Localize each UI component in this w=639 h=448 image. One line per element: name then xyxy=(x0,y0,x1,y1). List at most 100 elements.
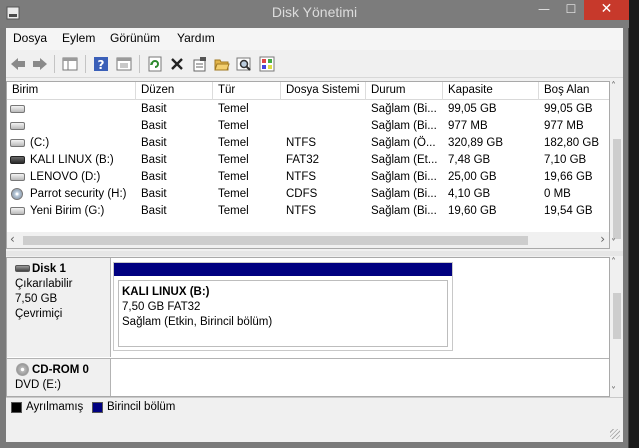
open-icon[interactable] xyxy=(213,55,231,73)
disk-1-label[interactable]: Disk 1 Çıkarılabilir 7,50 GB Çevrimiçi xyxy=(7,258,111,357)
cell-birim: Parrot security (H:) xyxy=(30,188,127,200)
scroll-up-icon[interactable]: ˄ xyxy=(611,257,616,268)
toolbar: ? xyxy=(6,50,623,78)
volume-row[interactable]: (C:) Basit Temel NTFS Sağlam (Ö... 320,8… xyxy=(7,135,609,152)
maximize-button[interactable]: ☐ xyxy=(558,0,584,20)
cell-bos-alan: 19,66 GB xyxy=(544,171,593,183)
cell-tur: Temel xyxy=(218,154,249,166)
hard-disk-icon xyxy=(15,265,30,272)
volume-row[interactable]: Yeni Birim (G:) Basit Temel NTFS Sağlam … xyxy=(7,203,609,220)
disk-1-state: Çevrimiçi xyxy=(15,308,63,320)
horizontal-scroll-thumb[interactable] xyxy=(23,236,528,245)
horizontal-scrollbar[interactable]: ‹ › xyxy=(7,232,609,248)
console-tree-icon[interactable] xyxy=(61,55,79,73)
scroll-left-icon[interactable]: ‹ xyxy=(10,232,15,246)
pane-splitter[interactable] xyxy=(6,251,623,256)
cell-tur: Temel xyxy=(218,188,249,200)
drive-icon xyxy=(10,122,25,130)
toolbar-separator xyxy=(139,55,140,73)
cell-tur: Temel xyxy=(218,171,249,183)
column-header-tur[interactable]: Tür xyxy=(213,82,281,100)
legend-swatch-unallocated xyxy=(11,402,22,413)
background-window-edge xyxy=(630,0,639,448)
column-header-duzen[interactable]: Düzen xyxy=(136,82,213,100)
cell-tur: Temel xyxy=(218,120,249,132)
cell-bos-alan: 7,10 GB xyxy=(544,154,587,166)
column-header-dosya-sistemi[interactable]: Dosya Sistemi xyxy=(281,82,366,100)
menu-eylem[interactable]: Eylem xyxy=(62,31,95,45)
cdrom-0-partitions xyxy=(111,358,609,396)
cell-durum: Sağlam (Ö... xyxy=(371,137,436,149)
refresh-icon[interactable] xyxy=(146,55,164,73)
cdrom-0-label[interactable]: CD-ROM 0 DVD (E:) xyxy=(7,358,111,396)
minimize-button[interactable]: — xyxy=(530,0,558,20)
scroll-down-icon[interactable]: ˅ xyxy=(611,386,616,397)
disk-1-type: Çıkarılabilir xyxy=(15,278,73,290)
properties-view-icon[interactable] xyxy=(115,55,133,73)
disk-graph-pane: Disk 1 Çıkarılabilir 7,50 GB Çevrimiçi K… xyxy=(6,257,610,397)
scroll-down-icon[interactable]: ˅ xyxy=(611,238,616,249)
cell-tur: Temel xyxy=(218,103,249,115)
explore-icon[interactable] xyxy=(235,55,253,73)
cell-durum: Sağlam (Bi... xyxy=(371,188,437,200)
cell-kapasite: 4,10 GB xyxy=(448,188,491,200)
partition-label: KALI LINUX (B:) xyxy=(122,286,210,298)
volume-list-header: Birim Düzen Tür Dosya Sistemi Durum Kapa… xyxy=(7,82,609,100)
column-header-bos-alan[interactable]: Boş Alan xyxy=(539,82,609,100)
forward-icon[interactable] xyxy=(31,55,49,73)
column-header-kapasite[interactable]: Kapasite xyxy=(443,82,539,100)
volume-row[interactable]: Parrot security (H:) Basit Temel CDFS Sa… xyxy=(7,186,609,203)
cell-kapasite: 977 MB xyxy=(448,120,488,132)
volume-row[interactable]: Basit Temel Sağlam (Bi... 977 MB 977 MB xyxy=(7,118,609,135)
toolbar-separator xyxy=(54,55,55,73)
cdrom-0-type: DVD (E:) xyxy=(15,379,61,391)
menu-bar: Dosya Eylem Görünüm Yardım xyxy=(6,28,623,50)
disk-management-window: Disk Yönetimi — ☐ ✕ Dosya Eylem Görünüm … xyxy=(0,0,629,448)
drive-icon xyxy=(10,139,25,147)
vertical-scroll-thumb[interactable] xyxy=(613,293,621,339)
cell-birim: Yeni Birim (G:) xyxy=(30,205,105,217)
scroll-up-icon[interactable]: ˄ xyxy=(611,81,616,92)
cdrom-0-name: CD-ROM 0 xyxy=(15,363,110,378)
resize-grip[interactable] xyxy=(610,429,620,439)
disc-icon xyxy=(11,188,23,200)
help-icon[interactable]: ? xyxy=(92,55,110,73)
title-bar[interactable]: Disk Yönetimi — ☐ ✕ xyxy=(0,0,629,28)
partition-details: KALI LINUX (B:) 7,50 GB FAT32 Sağlam (Et… xyxy=(118,280,448,347)
settings-icon[interactable] xyxy=(258,55,276,73)
cell-dosya-sistemi: NTFS xyxy=(286,171,317,183)
disk-1-size: 7,50 GB xyxy=(15,293,58,305)
column-header-birim[interactable]: Birim xyxy=(7,82,136,100)
disk-1-name: Disk 1 xyxy=(15,262,110,277)
cell-durum: Sağlam (Bi... xyxy=(371,120,437,132)
cell-kapasite: 320,89 GB xyxy=(448,137,503,149)
volume-row[interactable]: KALI LINUX (B:) Basit Temel FAT32 Sağlam… xyxy=(7,152,609,169)
close-button[interactable]: ✕ xyxy=(584,0,629,20)
back-icon[interactable] xyxy=(9,55,27,73)
cell-kapasite: 7,48 GB xyxy=(448,154,491,166)
cell-birim: LENOVO (D:) xyxy=(30,171,101,183)
menu-yardim[interactable]: Yardım xyxy=(177,31,215,45)
cd-rom-icon xyxy=(16,363,29,376)
cell-kapasite: 99,05 GB xyxy=(448,103,497,115)
legend-label-unallocated: Ayrılmamış xyxy=(26,401,84,413)
vertical-scroll-thumb[interactable] xyxy=(613,139,621,239)
delete-icon[interactable] xyxy=(168,55,186,73)
disk-1-partitions: KALI LINUX (B:) 7,50 GB FAT32 Sağlam (Et… xyxy=(111,258,609,357)
menu-gorunum[interactable]: Görünüm xyxy=(110,31,160,45)
volume-row[interactable]: LENOVO (D:) Basit Temel NTFS Sağlam (Bi.… xyxy=(7,169,609,186)
cell-duzen: Basit xyxy=(141,120,167,132)
partition-kali-linux[interactable]: KALI LINUX (B:) 7,50 GB FAT32 Sağlam (Et… xyxy=(113,262,453,351)
volume-list-vertical-scrollbar[interactable]: ˄ ˅ xyxy=(610,81,623,249)
graph-pane-vertical-scrollbar[interactable]: ˄ ˅ xyxy=(610,257,623,397)
cell-bos-alan: 182,80 GB xyxy=(544,137,599,149)
cell-kapasite: 25,00 GB xyxy=(448,171,497,183)
partition-size-fs: 7,50 GB FAT32 xyxy=(122,301,201,313)
scroll-right-icon[interactable]: › xyxy=(600,232,605,246)
properties-icon[interactable] xyxy=(191,55,209,73)
cell-kapasite: 19,60 GB xyxy=(448,205,497,217)
cell-durum: Sağlam (Bi... xyxy=(371,103,437,115)
volume-row[interactable]: Basit Temel Sağlam (Bi... 99,05 GB 99,05… xyxy=(7,101,609,118)
menu-dosya[interactable]: Dosya xyxy=(13,31,47,45)
column-header-durum[interactable]: Durum xyxy=(366,82,443,100)
